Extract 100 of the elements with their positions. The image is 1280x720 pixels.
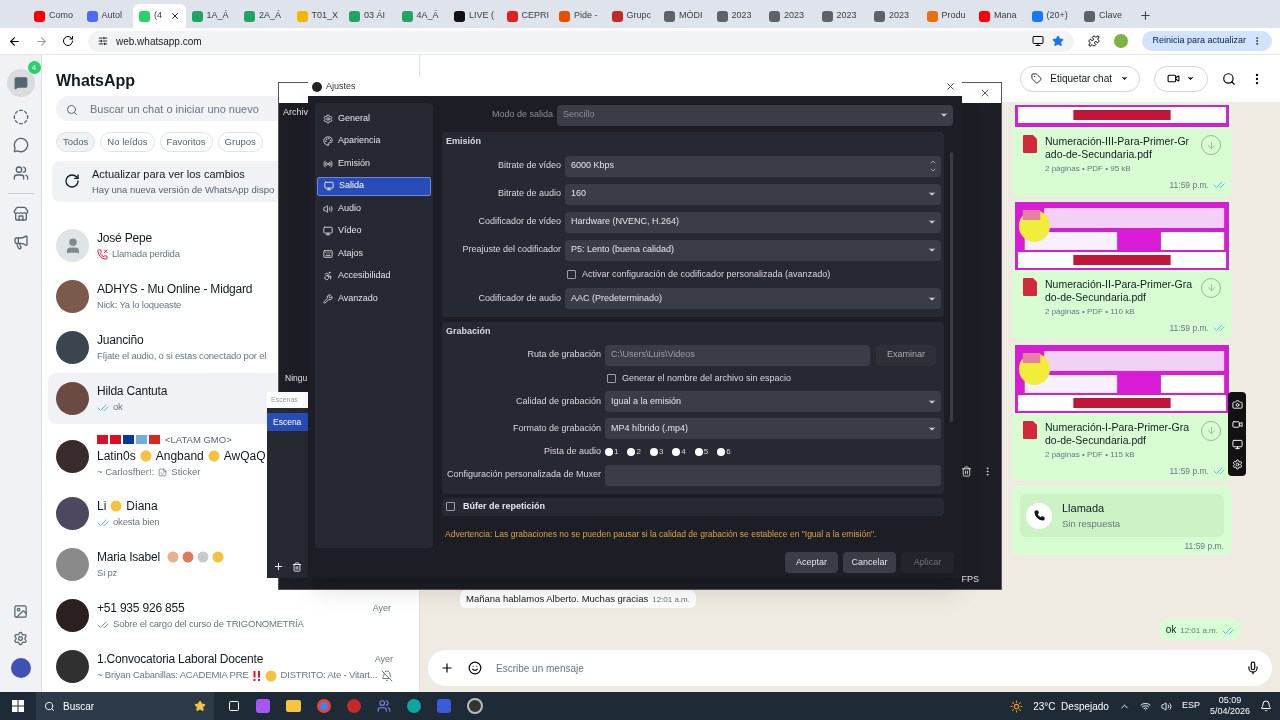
browser-tab[interactable]: 2023 <box>815 4 868 28</box>
store-icon[interactable] <box>12 206 29 222</box>
browser-tab[interactable]: LIVE ( <box>448 4 501 28</box>
megaphone-icon[interactable] <box>12 234 29 250</box>
checkbox[interactable] <box>446 502 455 511</box>
checkbox[interactable] <box>607 373 616 383</box>
browse-button[interactable]: Examinar <box>876 344 936 366</box>
chat-item[interactable]: +51 935 926 855 Ayer Sobre el cargo del curso de TRIGONOMETRÍA <box>48 590 413 641</box>
chat-time: Ayer <box>372 601 391 615</box>
browser-tab[interactable]: (4 <box>133 4 186 28</box>
select-field[interactable]: MP4 híbrido (.mp4) <box>605 418 941 439</box>
microphone-icon[interactable] <box>1246 661 1260 675</box>
message-time: 12:01 a.m. <box>652 594 690 606</box>
browser-tab[interactable]: 03 ÁI <box>343 4 396 28</box>
profile-avatar[interactable] <box>10 658 31 678</box>
video-icon[interactable] <box>1231 418 1243 430</box>
delete-icon[interactable] <box>961 466 972 477</box>
select-field[interactable]: Igual a la emisión <box>605 391 941 412</box>
browser-tab[interactable]: MÓDI <box>658 4 711 28</box>
chat-name: +51 935 926 855 <box>97 600 185 618</box>
camera-icon[interactable] <box>1231 398 1243 410</box>
back-icon[interactable] <box>8 34 21 48</box>
forward-icon[interactable] <box>35 34 48 48</box>
select-field[interactable]: 6000 Kbps <box>565 155 941 177</box>
site-settings-icon[interactable] <box>98 36 108 46</box>
close-icon[interactable] <box>979 87 991 99</box>
notifications-icon[interactable] <box>1260 700 1272 712</box>
nav-item[interactable]: Atajos <box>317 244 431 263</box>
browser-tab[interactable]: Autol <box>80 4 133 28</box>
new-tab-icon[interactable] <box>1138 9 1152 22</box>
task-view-icon[interactable] <box>228 700 240 712</box>
message-field[interactable]: Escribe un mensaje <box>496 656 1232 680</box>
reload-icon[interactable] <box>62 35 74 47</box>
browser-tab[interactable]: 1A_Á <box>185 4 238 28</box>
browser-tab[interactable]: 4A_Á <box>395 4 448 28</box>
nav-item[interactable]: Vídeo <box>317 221 431 241</box>
channels-icon[interactable] <box>12 137 29 153</box>
nav-item[interactable]: Apariencia <box>317 131 431 151</box>
scene-item[interactable]: Escena <box>267 413 309 431</box>
browser-tab[interactable]: T01_X <box>290 4 343 28</box>
setting-label: Bitrate de vídeo <box>496 159 561 173</box>
close-icon[interactable] <box>169 11 180 21</box>
checkbox[interactable] <box>567 269 576 279</box>
filter-chip[interactable]: Todos <box>56 131 96 152</box>
bookmark-icon[interactable] <box>1052 35 1065 47</box>
browser-tab[interactable]: Grupc <box>605 4 658 28</box>
browser-tab[interactable]: Clave <box>1078 4 1131 28</box>
windows-icon[interactable] <box>12 700 24 712</box>
select-field[interactable]: Hardware (NVENC, H.264) <box>565 211 941 233</box>
extensions-icon[interactable] <box>1088 35 1101 47</box>
browser-tab[interactable]: (20+) <box>1025 4 1078 28</box>
chat-item[interactable]: 1.Convocatoria Laboral Docente Ayer ~ Briyan Cabanillas: ACADEMIA PRE DISTRITO: Ate - Vitart... <box>48 641 413 692</box>
media-icon[interactable] <box>13 604 28 619</box>
wifi-icon[interactable] <box>1139 700 1151 712</box>
browser-tab[interactable]: Pide - <box>553 4 606 28</box>
language-indicator[interactable]: ESP <box>1181 699 1200 713</box>
communities-icon[interactable] <box>12 165 29 181</box>
chats-button[interactable] <box>6 69 35 97</box>
filter-chip[interactable]: No leídos <box>100 131 155 152</box>
scrollbar[interactable] <box>950 152 953 422</box>
delete-icon[interactable] <box>292 561 302 572</box>
taskbar-search[interactable]: Buscar <box>36 692 214 720</box>
attach-icon[interactable] <box>440 661 454 675</box>
nav-icon <box>323 248 333 259</box>
select-field[interactable]: 160 <box>565 183 941 205</box>
add-icon[interactable] <box>273 561 284 572</box>
dialog-button[interactable]: Aceptar <box>785 552 838 573</box>
install-icon[interactable] <box>1032 35 1045 47</box>
browser-tab[interactable]: CEPRI <box>500 4 553 28</box>
path-field[interactable]: C:\Users\Luis\Videos <box>605 344 870 366</box>
chat-preview: ~ Briyan Cabanillas: ACADEMIA PRE <box>97 668 249 683</box>
nav-item[interactable]: Accesibilidad <box>317 266 431 286</box>
browser-tab[interactable]: Como <box>28 4 81 28</box>
screen-icon[interactable] <box>1231 438 1243 450</box>
settings-icon[interactable] <box>13 631 28 646</box>
browser-tab[interactable]: 2023 <box>763 4 816 28</box>
nav-item[interactable]: Salida <box>317 176 431 196</box>
browser-tab[interactable]: 2023 <box>868 4 921 28</box>
select-field[interactable]: P5: Lento (buena calidad) <box>565 239 941 261</box>
browser-tab[interactable]: 2023 <box>710 4 763 28</box>
filter-chip[interactable]: Grupos <box>217 131 263 152</box>
setting-label: Formato de grabación <box>511 421 601 435</box>
browser-tab[interactable]: Mana <box>973 4 1026 28</box>
dialog-button[interactable]: Cancelar <box>843 552 896 573</box>
volume-icon[interactable] <box>1160 700 1172 712</box>
browser-tab[interactable]: 2A_Á <box>238 4 291 28</box>
search-icon[interactable] <box>1222 71 1236 86</box>
address-bar[interactable]: web.whatsapp.com <box>88 30 1075 52</box>
nav-item[interactable]: Audio <box>317 199 431 218</box>
close-icon[interactable] <box>945 81 956 92</box>
select-field[interactable]: AAC (Predeterminado) <box>565 288 941 309</box>
chat-name: Latin0s <box>97 448 136 465</box>
app-icon[interactable] <box>347 699 361 713</box>
status-icon[interactable] <box>12 109 29 125</box>
update-button[interactable]: Reinicia para actualizar <box>1142 31 1272 51</box>
browser-tab[interactable]: Produ <box>920 4 973 28</box>
filter-chip[interactable]: Favoritos <box>159 131 213 152</box>
emoji-picker-icon[interactable] <box>468 661 482 675</box>
nav-item[interactable]: Avanzado <box>317 289 431 308</box>
message-composer[interactable]: Escribe un mensaje <box>428 650 1272 686</box>
